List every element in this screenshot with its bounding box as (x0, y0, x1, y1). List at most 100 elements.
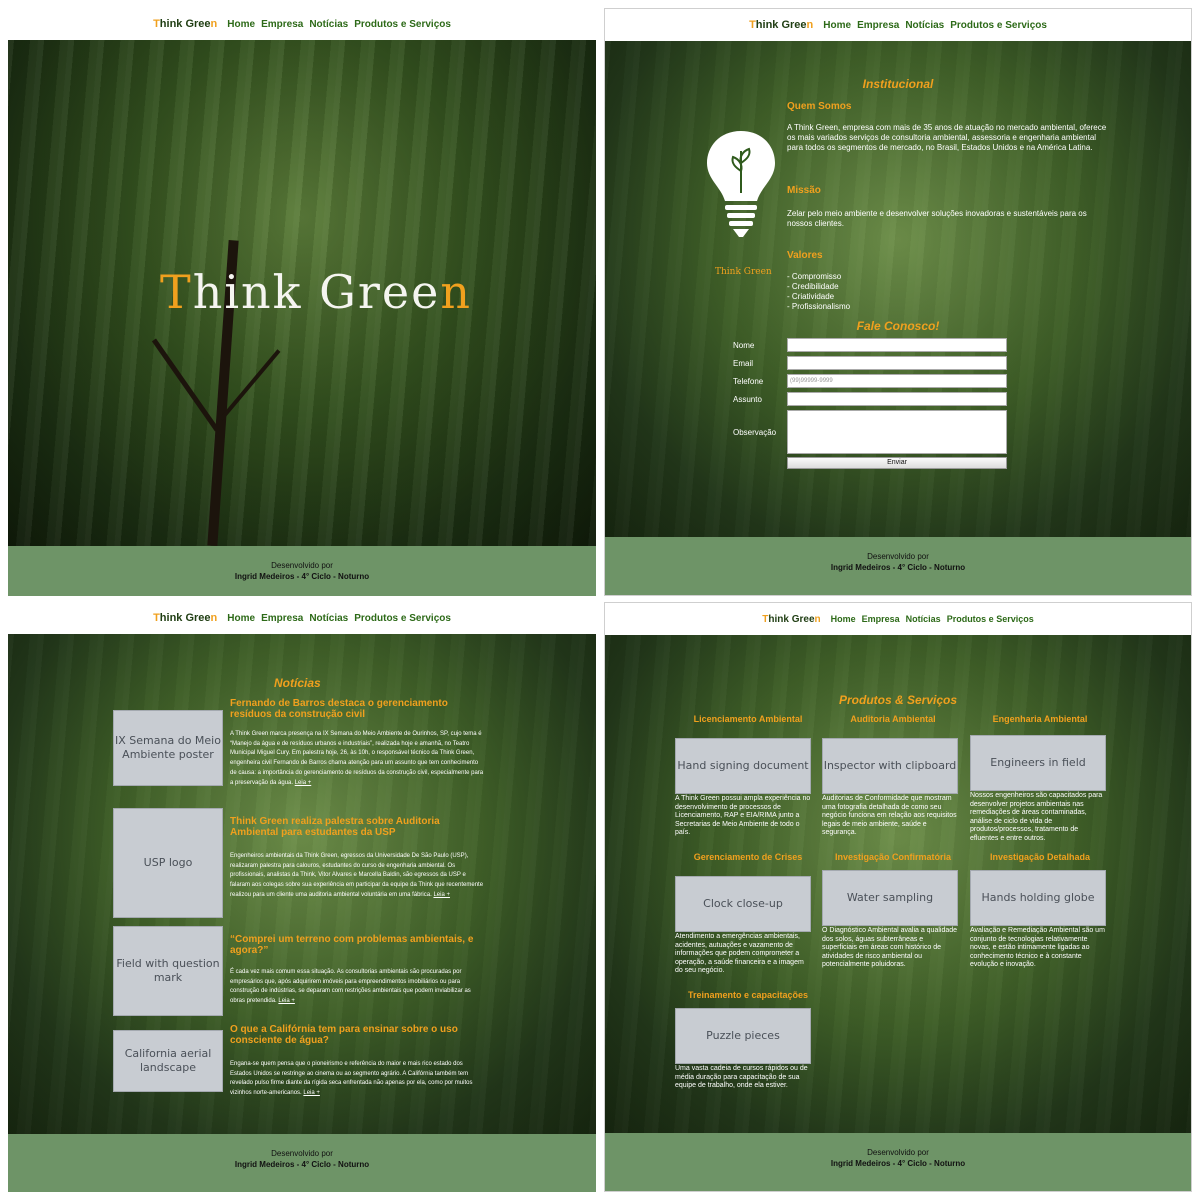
email-input[interactable] (787, 356, 1007, 370)
section-title: Produtos & Serviços (838, 693, 958, 707)
nav-home-link[interactable]: Home (227, 19, 255, 30)
news-body: É cada vez mais comum essa situação. As … (230, 969, 471, 1005)
telefone-input[interactable]: (99)99999-9999 (787, 374, 1007, 388)
bamboo-forest-hero-image: Think Green (8, 40, 596, 546)
service-image-confirmatoria: Water sampling (822, 870, 958, 926)
news-title[interactable]: “Comprei um terreno com problemas ambien… (230, 934, 490, 956)
email-row: Email (733, 356, 1007, 370)
lightbulb-logo-icon (707, 131, 775, 237)
read-more-link[interactable]: Leia + (433, 892, 450, 898)
valor-item: - Credibilidade (787, 282, 839, 291)
telefone-row: Telefone (99)99999-9999 (733, 374, 1007, 388)
news-image-semana-meio-ambiente[interactable]: IX Semana do Meio Ambiente poster (113, 710, 223, 786)
top-nav: Think Green Home Empresa Notícias Produt… (8, 602, 596, 634)
read-more-link[interactable]: Leia + (295, 780, 312, 786)
nome-input[interactable] (787, 338, 1007, 352)
footer: Desenvolvido por Ingrid Medeiros - 4° Ci… (8, 546, 596, 596)
quem-somos-heading: Quem Somos (787, 101, 852, 112)
nav-noticias-link[interactable]: Notícias (309, 19, 348, 30)
nav-produtos-link[interactable]: Produtos e Serviços (354, 613, 451, 624)
enviar-button[interactable]: Enviar (787, 457, 1007, 469)
assunto-input[interactable] (787, 392, 1007, 406)
logo-caption: Think Green (715, 267, 772, 277)
news-image-usp-logo[interactable]: USP logo (113, 808, 223, 918)
missao-text: Zelar pelo meio ambiente e desenvolver s… (787, 209, 1087, 228)
service-title: Auditoria Ambiental (850, 714, 936, 724)
nav-empresa-link[interactable]: Empresa (857, 20, 899, 31)
email-label: Email (733, 358, 754, 368)
brand-logo[interactable]: Think Green (749, 19, 813, 31)
nav-empresa-link[interactable]: Empresa (261, 19, 303, 30)
valor-item: - Compromisso (787, 272, 842, 281)
footer-line1: Desenvolvido por (271, 561, 333, 570)
brand-logo[interactable]: Think Green (153, 612, 217, 624)
read-more-link[interactable]: Leia + (303, 1090, 320, 1096)
service-title: Investigação Confirmatória (834, 852, 952, 862)
quem-somos-text: A Think Green, empresa com mais de 35 an… (787, 123, 1107, 152)
top-nav: Think Green Home Empresa Notícias Produt… (605, 603, 1191, 635)
read-more-link[interactable]: Leia + (278, 998, 295, 1004)
observacao-label: Observação (733, 427, 777, 437)
news-image-california-aerial[interactable]: California aerial landscape (113, 1030, 223, 1092)
footer-line2: Ingrid Medeiros - 4° Ciclo - Noturno (830, 1159, 966, 1168)
service-title: Engenharia Ambiental (992, 714, 1088, 724)
footer-line2: Ingrid Medeiros - 4° Ciclo - Noturno (234, 1160, 370, 1169)
home-page-screenshot: Think Green Home Empresa Notícias Produt… (8, 8, 596, 596)
service-image-licenciamento: Hand signing document (675, 738, 811, 794)
empresa-page-screenshot: Think Green Home Empresa Notícias Produt… (604, 8, 1192, 596)
news-body: Engana-se quem pensa que o pioneirismo e… (230, 1061, 473, 1097)
brand-logo[interactable]: Think Green (762, 614, 820, 625)
nav-produtos-link[interactable]: Produtos e Serviços (354, 19, 451, 30)
nav-produtos-link[interactable]: Produtos e Serviços (947, 614, 1034, 624)
assunto-row: Assunto (733, 392, 1007, 406)
valores-list: - Compromisso - Credibilidade - Criativi… (787, 272, 850, 312)
brand-logo[interactable]: Think Green (153, 18, 217, 30)
nome-row: Nome (733, 338, 1007, 352)
nav-empresa-link[interactable]: Empresa (261, 613, 303, 624)
nav-noticias-link[interactable]: Notícias (906, 614, 941, 624)
footer: Desenvolvido por Ingrid Medeiros - 4° Ci… (605, 1133, 1191, 1191)
observacao-textarea[interactable] (787, 410, 1007, 454)
nav-produtos-link[interactable]: Produtos e Serviços (950, 20, 1047, 31)
nav-home-link[interactable]: Home (227, 613, 255, 624)
service-title: Licenciamento Ambiental (693, 714, 803, 724)
nav-home-link[interactable]: Home (831, 614, 856, 624)
nav-home-link[interactable]: Home (823, 20, 851, 31)
footer-line2: Ingrid Medeiros - 4° Ciclo - Noturno (234, 572, 370, 581)
contact-title: Fale Conosco! (856, 319, 940, 333)
nav-noticias-link[interactable]: Notícias (309, 613, 348, 624)
missao-heading: Missão (787, 185, 821, 196)
news-body: Engenheiros ambientais da Think Green, e… (230, 853, 484, 898)
footer-line1: Desenvolvido por (867, 1148, 929, 1157)
observacao-row: Observação (733, 410, 1007, 454)
telefone-label: Telefone (733, 376, 764, 386)
service-image-detalhada: Hands holding globe (970, 870, 1106, 926)
service-image-crises: Clock close-up (675, 876, 811, 932)
service-title: Treinamento e capacitações (687, 990, 809, 1000)
top-nav: Think Green Home Empresa Notícias Produt… (605, 9, 1191, 41)
service-text: Avaliação e Remediação Ambiental são um … (970, 927, 1105, 968)
service-image-treinamento: Puzzle pieces (675, 1008, 811, 1064)
valor-item: - Criatividade (787, 292, 835, 301)
service-text: Uma vasta cadeia de cursos rápidos ou de… (675, 1065, 808, 1089)
section-title: Notícias (274, 676, 321, 690)
assunto-label: Assunto (733, 394, 762, 404)
top-nav: Think Green Home Empresa Notícias Produt… (8, 8, 596, 40)
service-title: Investigação Detalhada (989, 852, 1091, 862)
service-text: Auditorias de Conformidade que mostram u… (822, 795, 957, 836)
nav-empresa-link[interactable]: Empresa (862, 614, 900, 624)
servicos-page-screenshot: Think Green Home Empresa Notícias Produt… (604, 602, 1192, 1192)
news-image-terreno-question[interactable]: Field with question mark (113, 926, 223, 1016)
section-title: Institucional (862, 77, 934, 91)
news-title[interactable]: Fernando de Barros destaca o gerenciamen… (230, 698, 480, 720)
nav-noticias-link[interactable]: Notícias (905, 20, 944, 31)
noticias-page-screenshot: Think Green Home Empresa Notícias Produt… (8, 602, 596, 1192)
valor-item: - Profissionalismo (787, 302, 851, 311)
news-title[interactable]: Think Green realiza palestra sobre Audit… (230, 816, 480, 838)
service-title: Gerenciamento de Crises (693, 852, 803, 862)
footer-line1: Desenvolvido por (271, 1149, 333, 1158)
service-text: O Diagnóstico Ambiental avalia a qualida… (822, 927, 958, 968)
news-title[interactable]: O que a Califórnia tem para ensinar sobr… (230, 1024, 490, 1046)
service-text: A Think Green possui ampla experiência n… (675, 795, 811, 836)
service-image-engenharia: Engineers in field (970, 735, 1106, 791)
